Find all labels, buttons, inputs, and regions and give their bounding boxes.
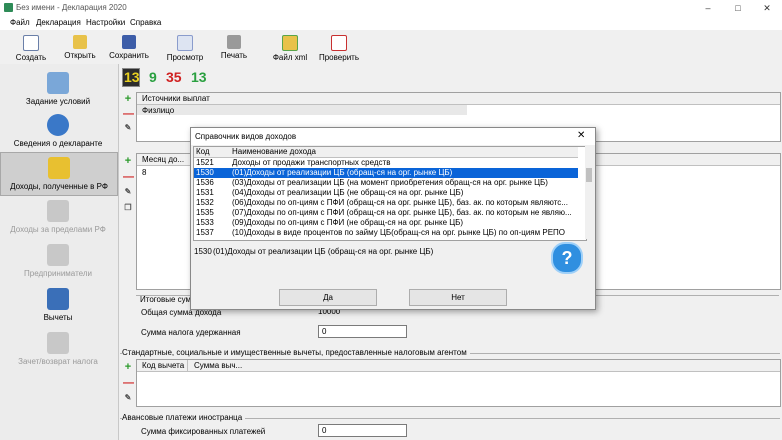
rate-tab-9[interactable]: 9 bbox=[149, 69, 157, 85]
xml-file-icon bbox=[282, 35, 298, 51]
no-button[interactable]: Нет bbox=[409, 289, 507, 306]
add-deduction-icon[interactable]: + bbox=[123, 362, 133, 373]
list-item[interactable]: 1537 (10)Доходы в виде процентов по займ… bbox=[194, 228, 578, 238]
table-row[interactable]: Физлицо bbox=[137, 105, 467, 115]
add-source-icon[interactable]: + bbox=[123, 94, 133, 105]
income-types-dialog: Справочник видов доходов ✕ Код Наименова… bbox=[190, 127, 596, 310]
yes-button[interactable]: Да bbox=[279, 289, 377, 306]
code-column-header: Код bbox=[196, 147, 210, 156]
save-button[interactable]: Сохранить bbox=[106, 33, 152, 63]
deductions-icon bbox=[47, 288, 69, 310]
close-icon[interactable]: ✕ bbox=[752, 0, 782, 16]
sidebar-item-deductions[interactable]: Вычеты bbox=[0, 288, 116, 328]
income-types-list: Код Наименование дохода 1521 Доходы от п… bbox=[193, 146, 587, 241]
menu-file[interactable]: Файл bbox=[10, 18, 30, 27]
sidebar-item-conditions[interactable]: Задание условий bbox=[0, 72, 116, 112]
edit-income-icon[interactable]: ✎ bbox=[123, 187, 133, 197]
new-doc-icon bbox=[23, 35, 39, 51]
list-item[interactable]: 1531 (04)Доходы от реализации ЦБ (не обр… bbox=[194, 188, 578, 198]
copy-income-icon[interactable]: ❐ bbox=[123, 203, 133, 213]
maximize-icon[interactable]: □ bbox=[723, 0, 753, 16]
save-icon bbox=[122, 35, 136, 49]
list-item[interactable]: 1535 (07)Доходы по оп-циям с ПФИ (обращ-… bbox=[194, 208, 578, 218]
edit-deduction-icon[interactable]: ✎ bbox=[123, 393, 133, 403]
conditions-icon bbox=[47, 72, 69, 94]
remove-deduction-icon[interactable]: — bbox=[123, 378, 134, 389]
person-icon bbox=[47, 114, 69, 136]
rate-tab-13-second[interactable]: 13 bbox=[191, 69, 207, 85]
name-column-header: Наименование дохода bbox=[232, 147, 317, 156]
check-icon bbox=[331, 35, 347, 51]
advance-section-title: Авансовые платежи иностранца bbox=[122, 413, 246, 422]
dialog-title: Справочник видов доходов bbox=[195, 132, 297, 141]
deductions-grid: Код вычета Сумма выч... bbox=[136, 359, 781, 407]
sidebar-item-tax-refund[interactable]: Зачет/возврат налога bbox=[0, 332, 116, 372]
sources-header: Источники выплат bbox=[142, 94, 210, 103]
check-button[interactable]: Проверить bbox=[316, 33, 362, 63]
month-value[interactable]: 8 bbox=[142, 168, 146, 177]
selected-name: (01)Доходы от реализации ЦБ (обращ-ся на… bbox=[213, 247, 434, 256]
sidebar-item-declarant[interactable]: Сведения о декларанте bbox=[0, 114, 116, 154]
menu-settings[interactable]: Настройки bbox=[86, 18, 125, 27]
deduction-code-header: Код вычета bbox=[142, 361, 185, 370]
fixed-payments-label: Сумма фиксированных платежей bbox=[141, 427, 266, 436]
scrollbar-thumb[interactable] bbox=[586, 168, 592, 182]
minimize-icon[interactable]: – bbox=[693, 0, 723, 16]
deduction-sum-header: Сумма выч... bbox=[194, 361, 243, 370]
rate-tab-35[interactable]: 35 bbox=[166, 69, 182, 85]
create-button[interactable]: Создать bbox=[8, 33, 54, 63]
list-header: Код Наименование дохода bbox=[194, 147, 578, 158]
list-item-selected[interactable]: 1530 (01)Доходы от реализации ЦБ (обращ-… bbox=[194, 168, 578, 178]
list-item[interactable]: 1521 Доходы от продажи транспортных сред… bbox=[194, 158, 578, 168]
list-item[interactable]: 1532 (06)Доходы по оп-циям с ПФИ (обращ-… bbox=[194, 198, 578, 208]
list-item[interactable]: 1536 (03)Доходы от реализации ЦБ (на мом… bbox=[194, 178, 578, 188]
dialog-close-icon[interactable]: ✕ bbox=[577, 130, 585, 141]
entrepreneur-icon bbox=[47, 244, 69, 266]
print-button[interactable]: Печать bbox=[211, 33, 257, 63]
sidebar-item-income-abroad[interactable]: Доходы за пределами РФ bbox=[0, 200, 116, 240]
xml-file-button[interactable]: Файл xml bbox=[267, 33, 313, 63]
coins-icon bbox=[48, 157, 70, 179]
list-item[interactable]: 1533 (09)Доходы по оп-циям с ПФИ (не обр… bbox=[194, 218, 578, 228]
title-bar: Без имени - Декларация 2020 – □ ✕ bbox=[0, 0, 782, 16]
add-income-icon[interactable]: + bbox=[123, 156, 133, 167]
preview-icon bbox=[177, 35, 193, 51]
fixed-payments-input[interactable]: 0 bbox=[318, 424, 407, 437]
list-scrollbar[interactable] bbox=[585, 146, 593, 239]
remove-income-icon[interactable]: — bbox=[123, 172, 134, 183]
print-icon bbox=[227, 35, 241, 49]
open-folder-icon bbox=[73, 35, 87, 49]
tax-withheld-input[interactable]: 0 bbox=[318, 325, 407, 338]
window-title: Без имени - Декларация 2020 bbox=[16, 3, 127, 12]
edit-source-icon[interactable]: ✎ bbox=[123, 123, 133, 133]
money-bag-icon bbox=[47, 200, 69, 222]
help-icon[interactable]: ? bbox=[551, 242, 583, 274]
menu-declaration[interactable]: Декларация bbox=[36, 18, 81, 27]
sidebar-item-entrepreneurs[interactable]: Предприниматели bbox=[0, 244, 116, 284]
menu-help[interactable]: Справка bbox=[130, 18, 161, 27]
tax-withheld-label: Сумма налога удержанная bbox=[141, 328, 241, 337]
app-icon bbox=[4, 3, 13, 12]
refund-icon bbox=[47, 332, 69, 354]
remove-source-icon[interactable]: — bbox=[123, 109, 134, 120]
open-button[interactable]: Открыть bbox=[57, 33, 103, 63]
month-header: Месяц до... bbox=[142, 155, 185, 164]
preview-button[interactable]: Просмотр bbox=[162, 33, 208, 63]
selected-code: 1530 bbox=[194, 247, 212, 256]
sidebar-item-income-rf[interactable]: Доходы, полученные в РФ bbox=[0, 152, 118, 196]
rate-13-label: 13 bbox=[124, 69, 140, 85]
deductions-section-title: Стандартные, социальные и имущественные … bbox=[122, 348, 470, 357]
